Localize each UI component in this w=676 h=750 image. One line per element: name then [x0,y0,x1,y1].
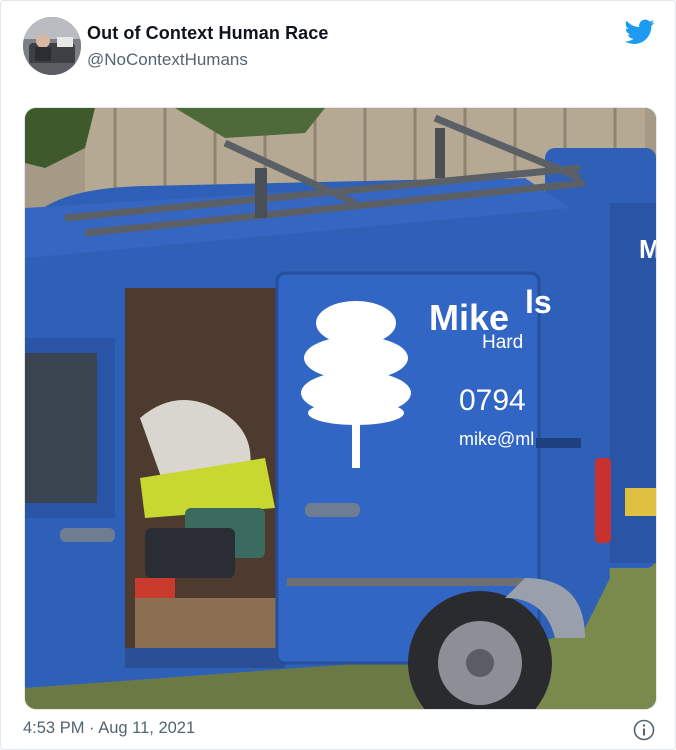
tweet-footer: 4:53 PM · Aug 11, 2021 [23,719,655,745]
next-van-letter: M [639,234,656,264]
avatar[interactable] [23,17,81,75]
display-name[interactable]: Out of Context Human Race [87,23,329,44]
avatar-image [23,17,81,75]
author-names: Out of Context Human Race @NoContextHuma… [87,23,329,70]
van-email-text: mike@ml [459,429,534,449]
tweet-timestamp[interactable]: 4:53 PM · Aug 11, 2021 [23,719,195,737]
van-subtitle-text: Hard [482,332,523,353]
tweet-header: Out of Context Human Race @NoContextHuma… [23,17,655,79]
handle[interactable]: @NoContextHumans [87,50,329,70]
tweet-media[interactable]: Mike ls Hard 0794 mike@ml [24,107,657,710]
info-icon[interactable] [633,719,655,741]
main-van: Mike ls Hard 0794 mike@ml [25,114,611,709]
van-phone-text: 0794 [459,384,526,417]
tweet-card: Out of Context Human Race @NoContextHuma… [0,0,676,750]
twitter-bird-icon[interactable] [625,19,655,45]
van-photo: Mike ls Hard 0794 mike@ml [25,108,656,709]
van-brand-suffix: ls [525,284,552,320]
